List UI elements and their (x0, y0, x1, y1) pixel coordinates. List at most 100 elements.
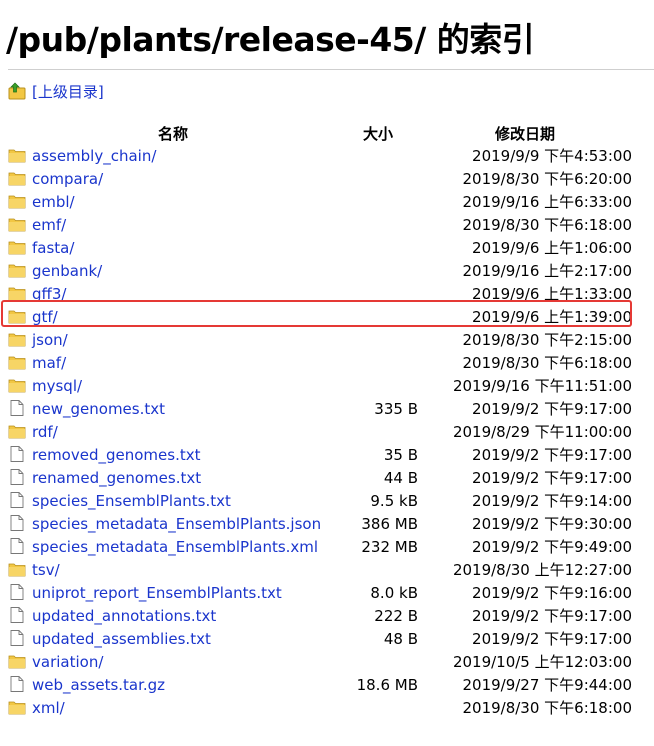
cell-name: species_EnsemblPlants.txt (8, 489, 338, 512)
file-icon (10, 629, 24, 646)
cell-name: renamed_genomes.txt (8, 466, 338, 489)
entry-link[interactable]: variation/ (32, 653, 103, 671)
entry-link[interactable]: web_assets.tar.gz (32, 676, 165, 694)
folder-icon (8, 172, 26, 185)
entry-link[interactable]: renamed_genomes.txt (32, 469, 201, 487)
cell-date: 2019/9/2 下午9:17:00 (472, 446, 632, 464)
entry-link[interactable]: removed_genomes.txt (32, 446, 200, 464)
entry-link[interactable]: updated_annotations.txt (32, 607, 216, 625)
entry-link[interactable]: mysql/ (32, 377, 82, 395)
cell-name: rdf/ (8, 420, 338, 443)
cell-size (338, 236, 418, 259)
cell-name: gtf/ (8, 305, 338, 328)
cell-size (338, 259, 418, 282)
folder-icon (8, 195, 26, 208)
entry-link[interactable]: fasta/ (32, 239, 74, 257)
file-listing-table: 名称 大小 修改日期 assembly_chain/2019/9/9 下午4:5… (8, 122, 632, 719)
folder-icon (8, 149, 26, 162)
entry-link[interactable]: new_genomes.txt (32, 400, 165, 418)
cell-size: 232 MB (361, 537, 418, 556)
folder-icon (8, 241, 26, 254)
folder-icon (8, 356, 26, 369)
cell-size: 8.0 kB (370, 583, 418, 602)
folder-icon (8, 287, 26, 300)
cell-name: mysql/ (8, 374, 338, 397)
column-header-name[interactable]: 名称 (8, 122, 338, 144)
entry-link[interactable]: species_EnsemblPlants.txt (32, 492, 231, 510)
entry-link[interactable]: genbank/ (32, 262, 102, 280)
folder-icon (8, 563, 26, 576)
cell-date: 2019/8/30 下午6:18:00 (462, 354, 632, 372)
cell-date: 2019/8/30 下午6:18:00 (462, 216, 632, 234)
cell-size: 386 MB (361, 514, 418, 533)
table-row: fasta/2019/9/6 上午1:06:00 (8, 236, 632, 259)
folder-icon (8, 218, 26, 231)
cell-date: 2019/9/2 下午9:14:00 (472, 492, 632, 510)
entry-link[interactable]: maf/ (32, 354, 66, 372)
cell-name: uniprot_report_EnsemblPlants.txt (8, 581, 338, 604)
entry-link[interactable]: gtf/ (32, 308, 58, 326)
table-row: species_metadata_EnsemblPlants.xml 232 MB… (8, 535, 632, 558)
file-icon (10, 606, 24, 623)
table-row: embl/2019/9/16 上午6:33:00 (8, 190, 632, 213)
table-row: removed_genomes.txt 35 B 2019/9/2 下午9:17:0… (8, 443, 632, 466)
table-row: updated_assemblies.txt 48 B 2019/9/2 下午9:1… (8, 627, 632, 650)
cell-name: tsv/ (8, 558, 338, 581)
file-icon (10, 514, 24, 531)
table-header-row: 名称 大小 修改日期 (8, 122, 632, 144)
cell-date: 2019/9/2 下午9:17:00 (472, 469, 632, 487)
up-folder-icon[interactable] (8, 82, 26, 100)
cell-date: 2019/8/30 上午12:27:00 (452, 561, 632, 579)
cell-name: species_metadata_EnsemblPlants.json (8, 512, 338, 535)
cell-name: gff3/ (8, 282, 338, 305)
parent-directory-link[interactable]: [上级目录] (32, 81, 104, 102)
parent-directory-row: [上级目录] (8, 80, 104, 102)
cell-date: 2019/8/29 下午11:00:00 (452, 423, 632, 441)
table-row: assembly_chain/2019/9/9 下午4:53:00 (8, 144, 632, 167)
entry-link[interactable]: compara/ (32, 170, 103, 188)
table-row: web_assets.tar.gz 18.6 MB 2019/9/27 下午9:44… (8, 673, 632, 696)
file-icon (10, 468, 24, 485)
table-row: emf/2019/8/30 下午6:18:00 (8, 213, 632, 236)
cell-size (338, 374, 418, 397)
entry-link[interactable]: assembly_chain/ (32, 147, 156, 165)
cell-size: 9.5 kB (370, 491, 418, 510)
cell-date: 2019/9/9 下午4:53:00 (472, 147, 632, 165)
cell-date: 2019/9/27 下午9:44:00 (462, 676, 632, 694)
cell-name: assembly_chain/ (8, 144, 338, 167)
column-header-size[interactable]: 大小 (338, 122, 418, 144)
table-row: species_metadata_EnsemblPlants.json 386 M… (8, 512, 632, 535)
folder-icon (8, 655, 26, 668)
cell-date: 2019/9/2 下午9:17:00 (472, 607, 632, 625)
folder-icon (8, 701, 26, 714)
entry-link[interactable]: tsv/ (32, 561, 60, 579)
cell-name: maf/ (8, 351, 338, 374)
entry-link[interactable]: uniprot_report_EnsemblPlants.txt (32, 584, 282, 602)
table-row: rdf/2019/8/29 下午11:00:00 (8, 420, 632, 443)
cell-name: web_assets.tar.gz (8, 673, 338, 696)
cell-date: 2019/8/30 下午6:20:00 (462, 170, 632, 188)
entry-link[interactable]: xml/ (32, 699, 65, 717)
folder-icon (8, 264, 26, 277)
entry-link[interactable]: updated_assemblies.txt (32, 630, 211, 648)
entry-link[interactable]: gff3/ (32, 285, 66, 303)
entry-link[interactable]: json/ (32, 331, 68, 349)
cell-date: 2019/9/2 下午9:30:00 (472, 515, 632, 533)
table-row: variation/2019/10/5 上午12:03:00 (8, 650, 632, 673)
cell-size: 222 B (374, 606, 418, 625)
table-row: new_genomes.txt 335 B 2019/9/2 下午9:17:00 (8, 397, 632, 420)
entry-link[interactable]: species_metadata_EnsemblPlants.json (32, 515, 321, 533)
cell-date: 2019/9/6 上午1:06:00 (472, 239, 632, 257)
table-row: gtf/2019/9/6 上午1:39:00 (8, 305, 632, 328)
entry-link[interactable]: rdf/ (32, 423, 58, 441)
file-icon (10, 675, 24, 692)
table-row: compara/2019/8/30 下午6:20:00 (8, 167, 632, 190)
entry-link[interactable]: embl/ (32, 193, 75, 211)
cell-date: 2019/9/2 下午9:17:00 (472, 400, 632, 418)
table-row: tsv/2019/8/30 上午12:27:00 (8, 558, 632, 581)
cell-name: json/ (8, 328, 338, 351)
cell-name: updated_assemblies.txt (8, 627, 338, 650)
entry-link[interactable]: emf/ (32, 216, 66, 234)
column-header-date[interactable]: 修改日期 (418, 122, 632, 144)
entry-link[interactable]: species_metadata_EnsemblPlants.xml (32, 538, 318, 556)
